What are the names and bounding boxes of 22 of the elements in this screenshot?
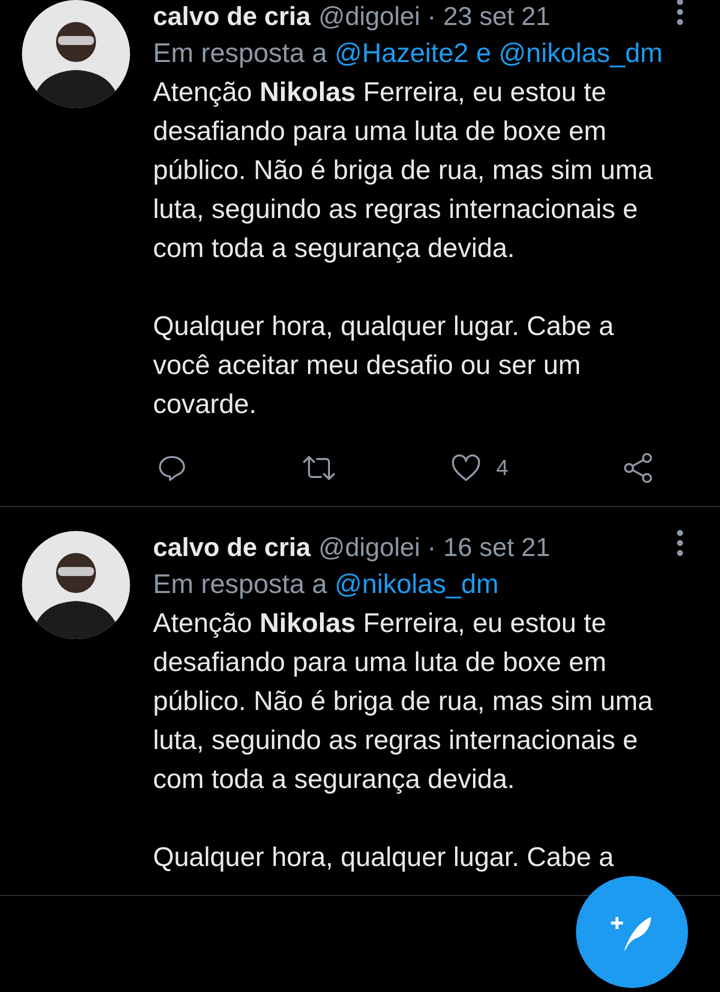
joiner-text: e xyxy=(476,38,492,68)
more-icon[interactable] xyxy=(676,529,684,557)
user-name[interactable]: calvo de cria xyxy=(153,0,311,32)
tweet-text: Qualquer hora, qualquer lugar. Cabe a você aceitar meu desafio ou ser um covarde. xyxy=(153,310,615,421)
heart-icon xyxy=(450,453,482,483)
speech-bubble-icon xyxy=(157,453,187,483)
tweet-text: Atenção Nikolas Ferreira, eu estou te desafiando para uma luta de boxe em público. Não é briga de rua, mas sim uma luta, seguindo as regras internacionais e com toda a segurança devida. xyxy=(153,607,654,796)
reply-label: Em resposta a xyxy=(153,38,328,68)
user-name[interactable]: calvo de cria xyxy=(153,531,311,563)
handle-and-date: @digolei · 23 set 21 xyxy=(318,0,552,32)
tweet-text: Qualquer hora, qualquer lugar. Cabe a xyxy=(153,841,615,874)
mention-link[interactable]: @nikolas_dm xyxy=(334,569,499,599)
retweet-icon xyxy=(300,453,337,483)
like-button[interactable]: 4 xyxy=(446,449,512,487)
share-icon xyxy=(622,452,654,484)
mention-link[interactable]: @nikolas_dm xyxy=(498,38,663,68)
reply-label: Em resposta a xyxy=(153,569,328,599)
mention-link[interactable]: @Hazeite2 xyxy=(334,38,469,68)
more-icon[interactable] xyxy=(676,0,684,26)
handle-and-date: @digolei · 16 set 21 xyxy=(318,531,552,563)
like-count: 4 xyxy=(496,455,508,481)
tweet-text: Atenção Nikolas Ferreira, eu estou te desafiando para uma luta de boxe em público. Não é briga de rua, mas sim uma luta, seguindo as regras internacionais e com toda a segurança devida. xyxy=(153,76,654,265)
